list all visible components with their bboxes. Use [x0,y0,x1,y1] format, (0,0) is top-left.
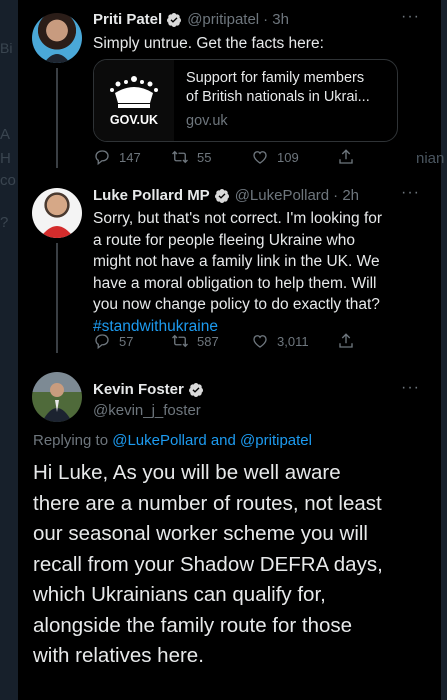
crown-logo-icon [110,75,158,108]
replying-to-label: Replying to [33,432,109,449]
tweet-text-line: have a moral obligation to help them. Wi… [93,274,377,292]
tweet-text-line: there are a number of routes, not least [33,491,382,515]
verified-badge-icon [214,188,229,203]
card-title-line: Support for family members [186,70,365,86]
author-name[interactable]: Luke Pollard MP [93,187,210,204]
card-brand: GOV.UK [109,112,159,127]
tweet-text-line: with relatives here. [33,644,204,667]
avatar-priti-patel[interactable] [32,13,82,63]
retweet-icon [172,334,188,348]
mention-link-pritipatel[interactable]: @pritipatel [240,432,312,449]
tweet-text-line: recall from your Shadow DEFRA days, [33,552,383,576]
avatar-portrait-icon [42,383,72,422]
retweet-icon [172,150,188,164]
like-button[interactable]: 109 [251,148,337,166]
more-options-icon[interactable]: ··· [401,184,420,202]
share-icon [339,333,353,348]
thread-line [56,68,58,168]
retweet-count: 55 [197,149,212,165]
share-button[interactable] [337,148,363,166]
author-handle[interactable]: @pritipatel [187,11,259,28]
tweet-text: Simply untrue. Get the facts here: [93,35,324,52]
heart-icon [253,335,267,348]
tweet-time[interactable]: · 2h [333,187,359,204]
reply-icon [95,334,109,350]
more-options-icon[interactable]: ··· [401,8,420,26]
reply-count: 57 [119,333,134,349]
reply-button[interactable]: 147 [93,148,171,166]
mention-link-lukepollard[interactable]: @LukePollard [112,432,206,449]
like-button[interactable]: 3,011 [251,332,337,350]
author-name[interactable]: Priti Patel [93,11,162,28]
tweet-text-line: alongside the family route for those [33,613,353,637]
share-icon [339,149,353,164]
avatar-luke-pollard[interactable] [32,188,82,238]
card-domain: gov.uk [186,113,228,129]
heart-icon [253,151,267,164]
tweet-text: Sorry, but that's not correct. I'm looki… [93,208,433,337]
tweet-text-line: Sorry, but that's not correct. I'm looki… [93,210,383,227]
tweet-text-line: which Ukrainians can qualify for, [33,583,326,606]
link-card[interactable]: GOV.UK Support for family members of Bri… [93,59,398,142]
avatar-kevin-foster[interactable] [32,372,82,422]
avatar-portrait-icon [44,54,70,63]
verified-badge-icon [167,12,182,27]
tweet-text-line: our seasonal worker scheme you will [33,522,368,545]
author-name[interactable]: Kevin Foster [93,381,184,398]
author-handle[interactable]: @LukePollard [235,187,329,204]
verified-badge-icon [188,382,203,397]
tweet-text: Hi Luke, As you will be well aware there… [33,458,428,672]
card-title-line: of British nationals in Ukrai... [186,89,370,105]
like-count: 109 [277,149,299,165]
background-ghost-text: ? [0,214,9,231]
replying-to-line: Replying to @LukePollard and @pritipatel [33,432,312,449]
thread-line [56,243,58,353]
retweet-button[interactable]: 55 [171,148,251,166]
tweet-thread-panel: Priti Patel @pritipatel · 3h ··· Simply … [18,0,441,700]
like-count: 3,011 [277,333,309,349]
tweet-text-line: Hi Luke, As you will be well aware [33,461,341,484]
background-ghost-text: nian [416,150,445,167]
retweet-count: 587 [197,333,219,349]
tweet-text-line: might not have a family link in the UK. … [93,253,380,270]
share-button[interactable] [337,332,363,350]
background-ghost-text: H [0,150,11,167]
background-ghost-text: Bi [0,40,13,56]
tweet-text-line: a route for people fleeing Ukraine who [93,231,355,249]
card-image: GOV.UK [94,60,174,141]
replying-and-text: and [210,432,236,449]
avatar-portrait-icon [40,226,74,238]
background-ghost-text: co [0,172,16,189]
background-ghost-text: A [0,126,11,143]
retweet-button[interactable]: 587 [171,332,251,350]
tweet-text-line: you now change policy to do exactly that… [93,296,380,313]
reply-count: 147 [119,149,141,165]
tweet-time[interactable]: · 3h [263,11,289,28]
reply-icon [95,150,109,166]
more-options-icon[interactable]: ··· [401,379,420,397]
reply-button[interactable]: 57 [93,332,171,350]
author-handle[interactable]: @kevin_j_foster [93,402,201,419]
